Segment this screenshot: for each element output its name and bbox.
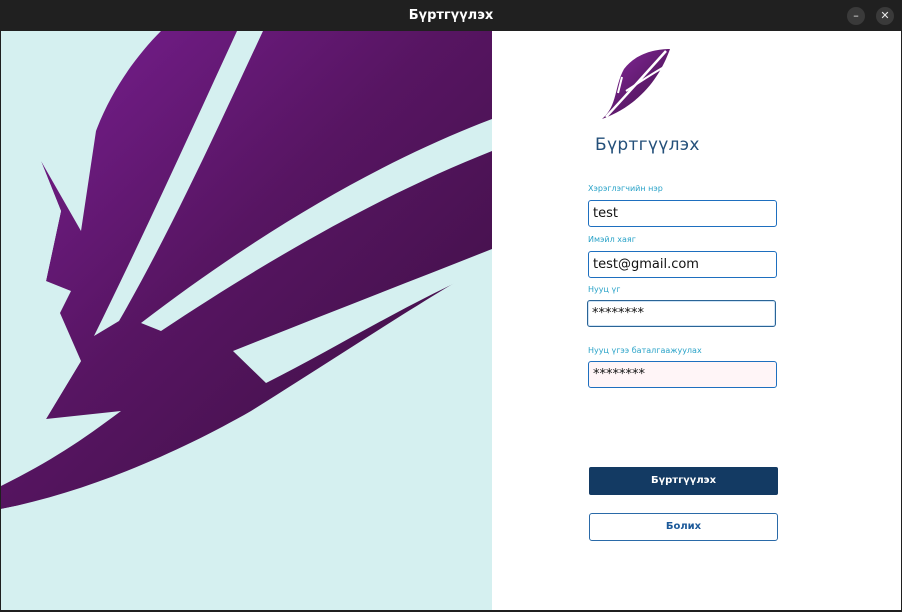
cancel-button[interactable]: Болих bbox=[589, 513, 778, 541]
password-label: Нууц үг bbox=[588, 285, 621, 294]
username-field[interactable]: test bbox=[588, 200, 777, 227]
email-label: Имэйл хаяг bbox=[588, 235, 636, 244]
register-button[interactable]: Бүртгүүлэх bbox=[589, 467, 778, 495]
feather-logo-icon bbox=[600, 47, 672, 123]
feather-illustration-icon bbox=[1, 31, 492, 610]
window-title: Бүртгүүлэх bbox=[408, 8, 494, 23]
confirm-password-field[interactable]: ******** bbox=[588, 361, 777, 388]
registration-form: Бүртгүүлэх Хэрэглэгчийн нэр test Имэйл х… bbox=[492, 31, 901, 610]
app-window: Бүртгүүлэх – ✕ Бүртгүүлэх Хэрэглэгчийн н… bbox=[0, 0, 902, 612]
confirm-password-label: Нууц үгээ баталгаажуулах bbox=[588, 346, 702, 355]
close-button[interactable]: ✕ bbox=[876, 7, 894, 25]
title-bar: Бүртгүүлэх – ✕ bbox=[0, 0, 902, 31]
username-label: Хэрэглэгчийн нэр bbox=[588, 184, 663, 193]
password-field[interactable]: ******** bbox=[587, 300, 776, 327]
window-content: Бүртгүүлэх Хэрэглэгчийн нэр test Имэйл х… bbox=[1, 31, 901, 610]
minimize-button[interactable]: – bbox=[847, 7, 865, 25]
feather-illustration bbox=[1, 31, 492, 610]
email-field[interactable]: test@gmail.com bbox=[588, 251, 777, 278]
page-title: Бүртгүүлэх bbox=[595, 135, 700, 155]
